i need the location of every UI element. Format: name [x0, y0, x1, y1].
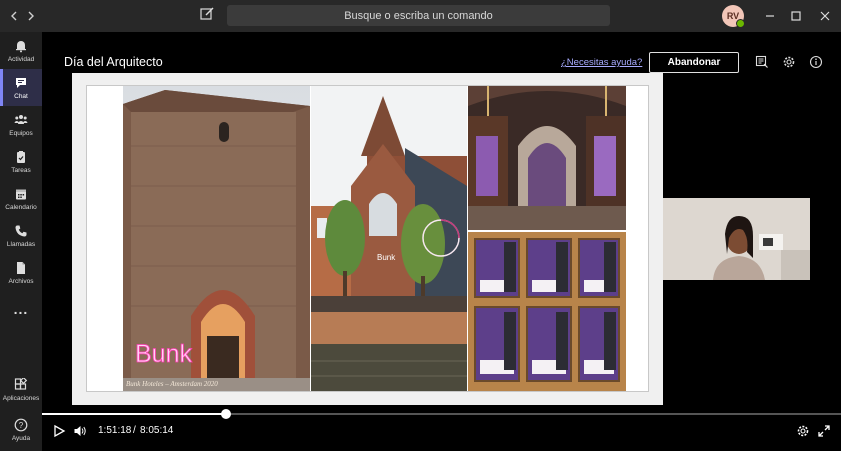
settings-gear-icon[interactable]: [782, 55, 796, 69]
search-placeholder: Busque o escriba un comando: [344, 9, 493, 22]
transcript-icon[interactable]: [755, 55, 769, 69]
time-separator: /: [133, 425, 136, 436]
minimize-icon[interactable]: [760, 6, 780, 26]
presence-available-icon: [736, 19, 745, 28]
file-icon: [17, 261, 25, 274]
rail-label: Ayuda: [11, 434, 31, 442]
rail-item-calls[interactable]: Llamadas: [0, 217, 42, 254]
seek-bar-progress: [42, 413, 226, 415]
help-link[interactable]: ¿Necesitas ayuda?: [561, 57, 642, 68]
rail-label: Chat: [14, 92, 28, 100]
title-bar: Busque o escriba un comando RV: [0, 0, 841, 32]
rail-item-more[interactable]: ...: [0, 290, 42, 327]
rail-label: Llamadas: [6, 240, 36, 248]
bunk-pods-photo: [468, 232, 626, 391]
player-settings-gear-icon[interactable]: [796, 424, 810, 438]
rail-item-teams[interactable]: Equipos: [0, 106, 42, 143]
rail-item-tasks[interactable]: Tareas: [0, 143, 42, 180]
rail-label: Calendario: [5, 203, 37, 211]
phone-icon: [15, 225, 27, 237]
rail-item-calendar[interactable]: Calendario: [0, 180, 42, 217]
slide-caption: Bunk Hoteles – Amsterdam 2020: [126, 380, 218, 388]
rail-label: Tareas: [11, 166, 31, 174]
neon-sign: Bunk: [135, 340, 192, 368]
chapel-interior-photo: [468, 86, 626, 230]
presentation-slide: Bunk Bunk Hoteles – Amsterdam 2020 Bunk: [86, 85, 649, 392]
avatar[interactable]: RV: [722, 5, 745, 28]
command-search-input[interactable]: Busque o escriba un comando: [227, 5, 610, 26]
leave-button[interactable]: Abandonar: [649, 52, 739, 73]
fullscreen-icon[interactable]: [817, 424, 831, 438]
maximize-icon[interactable]: [786, 6, 806, 26]
rail-label: Aplicaciones: [2, 394, 40, 402]
apps-icon: [14, 377, 28, 390]
forward-icon[interactable]: [22, 7, 40, 25]
current-time: 1:51:18: [98, 425, 132, 436]
compose-icon[interactable]: [199, 6, 219, 26]
participant-video[interactable]: [663, 198, 810, 280]
play-icon[interactable]: [52, 424, 66, 438]
teams-icon: [14, 114, 28, 124]
rail-label: Equipos: [9, 129, 33, 137]
rail-item-help[interactable]: ? Ayuda: [0, 411, 42, 448]
more-icon: ...: [13, 300, 29, 317]
total-time: 8:05:14: [140, 425, 174, 436]
rail-item-chat[interactable]: Chat: [0, 69, 42, 106]
rail-item-files[interactable]: Archivos: [0, 254, 42, 291]
chat-icon: [16, 77, 26, 88]
facade-sign: Bunk: [377, 253, 396, 262]
bell-icon: [16, 40, 26, 52]
rail-label: Archivos: [8, 277, 34, 285]
close-icon[interactable]: [815, 6, 835, 26]
tasks-icon: [17, 150, 25, 163]
meeting-title: Día del Arquitecto: [64, 55, 163, 69]
svg-text:?: ?: [19, 421, 24, 430]
rail-label: Actividad: [7, 55, 35, 63]
back-icon[interactable]: [5, 7, 23, 25]
info-icon[interactable]: [809, 55, 823, 69]
calendar-icon: [16, 189, 26, 199]
volume-icon[interactable]: [73, 424, 87, 438]
seek-bar-thumb[interactable]: [221, 409, 231, 419]
church-tower-photo: Bunk Bunk Hoteles – Amsterdam 2020: [123, 86, 310, 391]
rail-item-activity[interactable]: Actividad: [0, 32, 42, 69]
app-rail: Actividad Chat Equipos Tareas Calendario…: [0, 32, 42, 451]
help-icon: ?: [14, 418, 28, 431]
rail-item-apps[interactable]: Aplicaciones: [0, 371, 42, 408]
church-facade-photo: Bunk: [311, 86, 467, 391]
